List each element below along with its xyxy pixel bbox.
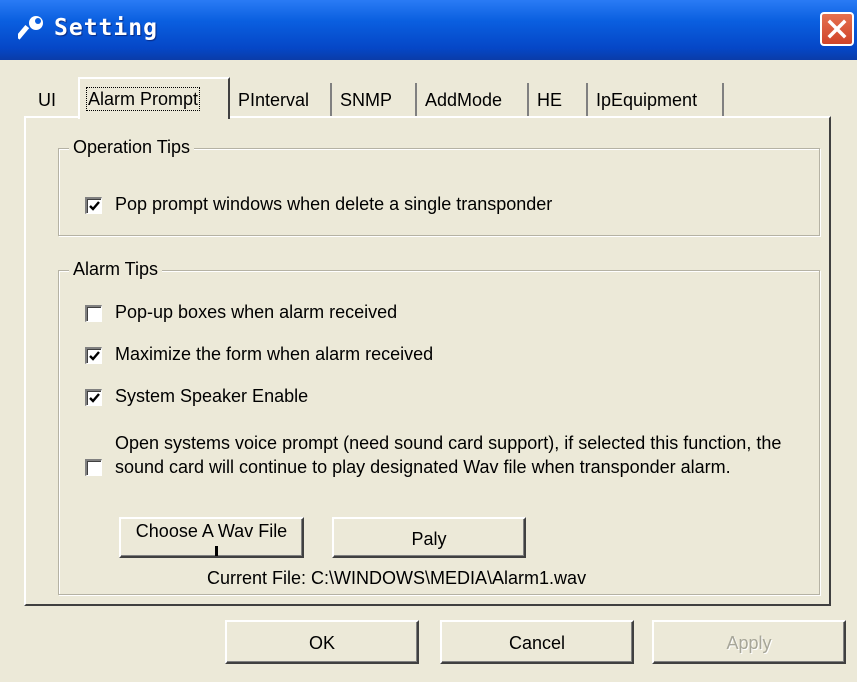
checkbox-voice-prompt[interactable]: Open systems voice prompt (need sound ca… <box>85 429 795 505</box>
button-label: Apply <box>726 633 772 653</box>
checkbox-label: Pop-up boxes when alarm received <box>115 302 398 322</box>
group-legend: Operation Tips <box>69 137 195 158</box>
ok-button[interactable]: OK <box>225 620 419 664</box>
tab-addmode[interactable]: AddMode <box>417 83 529 117</box>
checkmark-icon <box>89 201 100 211</box>
group-legend: Alarm Tips <box>69 259 163 280</box>
play-button[interactable]: Paly <box>332 517 526 558</box>
checkbox-label: Pop prompt windows when delete a single … <box>115 194 553 214</box>
tab-label: PInterval <box>238 90 310 110</box>
button-label: Paly <box>411 529 447 549</box>
close-icon <box>827 19 847 39</box>
current-file-path: C:\WINDOWS\MEDIA\Alarm1.wav <box>311 568 587 588</box>
current-file-label: Current File: <box>207 568 307 588</box>
tab-label: IpEquipment <box>596 90 698 110</box>
checkbox-label: System Speaker Enable <box>115 386 309 406</box>
tab-panel-alarm-prompt: Operation Tips Pop prompt windows when d… <box>24 116 831 606</box>
checkbox-box[interactable] <box>85 197 102 214</box>
tab-snmp[interactable]: SNMP <box>332 83 417 117</box>
checkbox-box[interactable] <box>85 459 102 476</box>
checkbox-box[interactable] <box>85 305 102 322</box>
checkbox-label: Maximize the form when alarm received <box>115 344 434 364</box>
checkmark-icon <box>89 351 100 361</box>
checkbox-box[interactable] <box>85 389 102 406</box>
tab-ipequipment[interactable]: IpEquipment <box>588 83 724 117</box>
button-label: Cancel <box>508 633 566 653</box>
apply-button[interactable]: Apply <box>652 620 846 664</box>
tab-label: HE <box>537 90 563 110</box>
checkmark-icon <box>89 393 100 403</box>
choose-wav-file-button[interactable]: Choose A Wav File <box>119 517 304 558</box>
tab-alarm-prompt[interactable]: Alarm Prompt <box>78 77 230 119</box>
button-label: OK <box>308 633 335 653</box>
tab-label: SNMP <box>340 90 393 110</box>
window-title: Setting <box>54 15 158 41</box>
checkbox-label: Open systems voice prompt (need sound ca… <box>115 433 782 477</box>
tab-label: AddMode <box>425 90 503 110</box>
close-button[interactable] <box>820 12 854 46</box>
checkbox-box[interactable] <box>85 347 102 364</box>
text-caret <box>215 546 218 556</box>
button-label: Choose A Wav File <box>135 521 288 541</box>
tab-he[interactable]: HE <box>529 83 588 117</box>
tab-label: UI <box>38 90 56 110</box>
title-bar[interactable]: Setting <box>0 0 857 60</box>
current-file: Current File: C:\WINDOWS\MEDIA\Alarm1.wa… <box>207 568 586 589</box>
tab-pinterval[interactable]: PInterval <box>230 83 332 117</box>
operation-tips-group: Operation Tips Pop prompt windows when d… <box>58 137 820 236</box>
cancel-button[interactable]: Cancel <box>440 620 634 664</box>
alarm-tips-group: Alarm Tips Pop-up boxes when alarm recei… <box>58 259 820 595</box>
wrench-icon <box>18 16 43 40</box>
tab-label: Alarm Prompt <box>85 87 201 111</box>
tab-ui[interactable]: UI <box>30 83 80 117</box>
